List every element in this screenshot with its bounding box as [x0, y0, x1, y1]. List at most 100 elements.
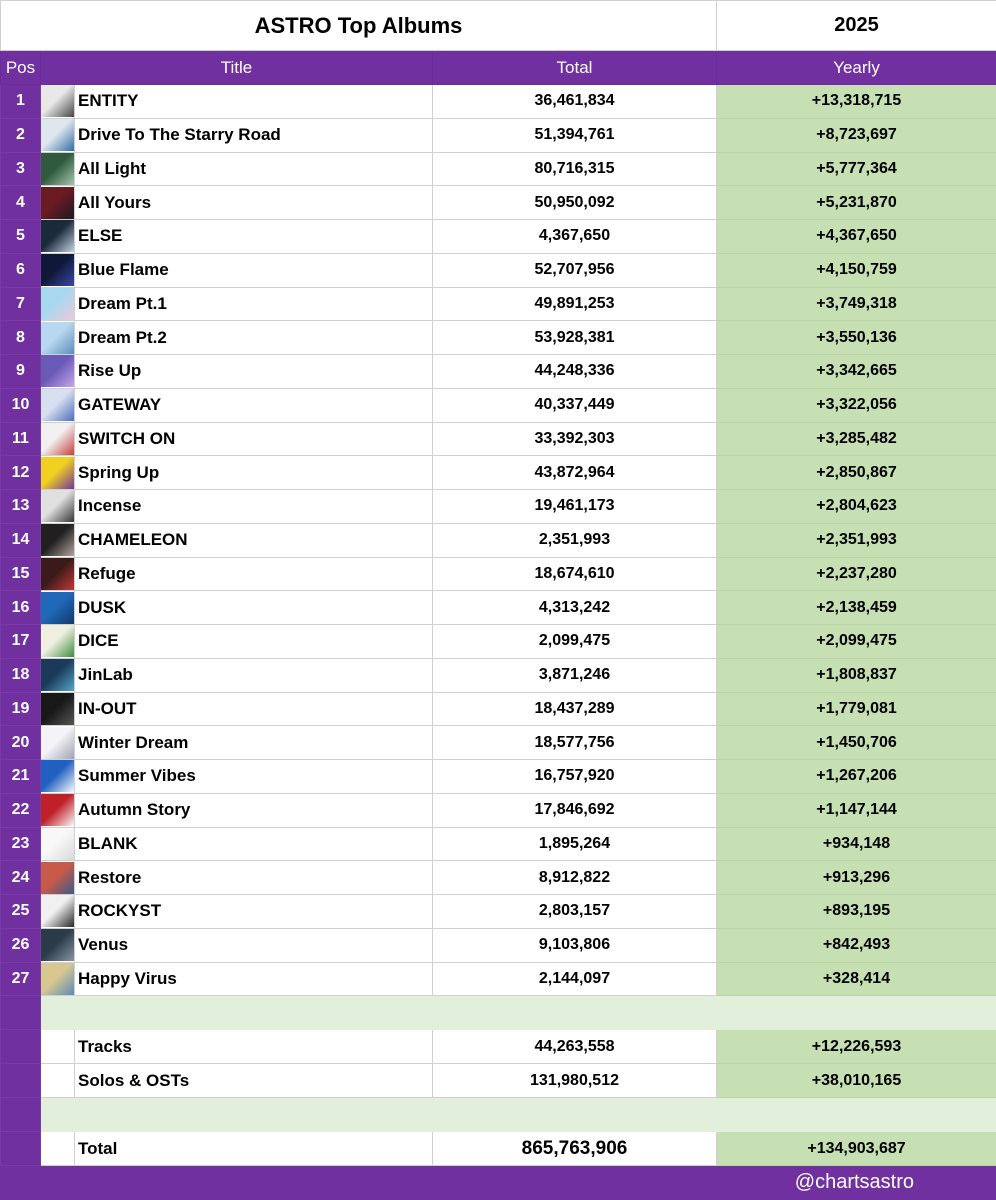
album-title: Incense	[74, 489, 433, 524]
album-title: DUSK	[74, 590, 433, 625]
album-row: 23 BLANK 1,895,264 +934,148	[0, 826, 996, 862]
album-cover-image	[41, 760, 74, 793]
album-pos: 11	[0, 421, 41, 457]
album-yearly: +1,808,837	[716, 657, 996, 693]
album-cover-image	[41, 85, 74, 118]
album-art-cell	[40, 894, 75, 929]
album-row: 19 IN-OUT 18,437,289 +1,779,081	[0, 691, 996, 727]
album-art-cell	[40, 624, 75, 659]
album-pos: 20	[0, 725, 41, 760]
album-title: Venus	[74, 927, 433, 963]
pos-cell-empty	[0, 1131, 41, 1167]
album-title: BLANK	[74, 826, 433, 862]
art-cell-empty	[40, 1063, 75, 1099]
album-cover-image	[41, 456, 74, 489]
album-title: Happy Virus	[74, 961, 433, 997]
album-art-cell	[40, 826, 75, 862]
album-title: SWITCH ON	[74, 421, 433, 457]
album-title: IN-OUT	[74, 691, 433, 727]
album-title: CHAMELEON	[74, 522, 433, 558]
album-row: 7 Dream Pt.1 49,891,253 +3,749,318	[0, 286, 996, 322]
album-title: DICE	[74, 624, 433, 659]
column-header-row: Pos Title Total Yearly	[0, 50, 996, 85]
album-row: 5 ELSE 4,367,650 +4,367,650	[0, 219, 996, 254]
album-art-cell	[40, 961, 75, 997]
album-row: 9 Rise Up 44,248,336 +3,342,665	[0, 354, 996, 389]
album-title: All Yours	[74, 185, 433, 220]
album-total: 16,757,920	[431, 759, 718, 794]
album-total: 53,928,381	[431, 320, 718, 355]
summary-yearly: +12,226,593	[716, 1029, 996, 1065]
album-row: 11 SWITCH ON 33,392,303 +3,285,482	[0, 421, 996, 457]
album-title: JinLab	[74, 657, 433, 693]
summary-row-solos: Solos & OSTs 131,980,512 +38,010,165	[0, 1063, 996, 1099]
chart-year: 2025	[716, 0, 996, 51]
album-total: 33,392,303	[431, 421, 718, 457]
album-art-cell	[40, 185, 75, 220]
album-yearly: +2,237,280	[716, 556, 996, 592]
album-yearly: +1,779,081	[716, 691, 996, 727]
footer-row: @chartsastro	[0, 1165, 996, 1200]
album-art-cell	[40, 725, 75, 760]
album-pos: 14	[0, 522, 41, 558]
album-total: 40,337,449	[431, 387, 718, 423]
album-title: Autumn Story	[74, 792, 433, 828]
album-cover-image	[41, 625, 74, 658]
album-row: 15 Refuge 18,674,610 +2,237,280	[0, 556, 996, 592]
album-yearly: +1,267,206	[716, 759, 996, 794]
album-yearly: +913,296	[716, 860, 996, 895]
pos-cell-empty	[0, 1029, 41, 1065]
album-title: ENTITY	[74, 84, 433, 119]
column-header-pos: Pos	[0, 50, 41, 85]
album-row: 14 CHAMELEON 2,351,993 +2,351,993	[0, 522, 996, 558]
album-title: Refuge	[74, 556, 433, 592]
album-cover-image	[41, 895, 74, 928]
album-row: 27 Happy Virus 2,144,097 +328,414	[0, 961, 996, 997]
album-cover-image	[41, 422, 74, 455]
album-cover-image	[41, 692, 74, 725]
album-pos: 8	[0, 320, 41, 355]
album-cover-image	[41, 962, 74, 995]
column-header-total: Total	[431, 50, 718, 85]
album-row: 3 All Light 80,716,315 +5,777,364	[0, 151, 996, 187]
album-art-cell	[40, 759, 75, 794]
album-yearly: +2,099,475	[716, 624, 996, 659]
spacer-cell	[39, 995, 996, 1031]
art-cell-empty	[40, 1029, 75, 1065]
album-yearly: +3,550,136	[716, 320, 996, 355]
album-art-cell	[40, 117, 75, 153]
album-pos: 19	[0, 691, 41, 727]
grand-total-value: 865,763,906	[431, 1131, 718, 1167]
pos-cell-empty	[0, 1097, 41, 1133]
album-row: 2 Drive To The Starry Road 51,394,761 +8,72…	[0, 117, 996, 153]
album-total: 4,367,650	[431, 219, 718, 254]
album-cover-image	[41, 186, 74, 219]
album-row: 12 Spring Up 43,872,964 +2,850,867	[0, 455, 996, 490]
album-pos: 25	[0, 894, 41, 929]
album-pos: 24	[0, 860, 41, 895]
album-yearly: +1,147,144	[716, 792, 996, 828]
album-yearly: +934,148	[716, 826, 996, 862]
album-total: 43,872,964	[431, 455, 718, 490]
album-row: 17 DICE 2,099,475 +2,099,475	[0, 624, 996, 659]
album-cover-image	[41, 220, 74, 253]
album-pos: 1	[0, 84, 41, 119]
album-yearly: +328,414	[716, 961, 996, 997]
album-total: 44,248,336	[431, 354, 718, 389]
album-art-cell	[40, 691, 75, 727]
album-art-cell	[40, 927, 75, 963]
album-yearly: +2,804,623	[716, 489, 996, 524]
album-art-cell	[40, 421, 75, 457]
album-yearly: +13,318,715	[716, 84, 996, 119]
album-pos: 3	[0, 151, 41, 187]
album-title: Dream Pt.2	[74, 320, 433, 355]
album-row: 25 ROCKYST 2,803,157 +893,195	[0, 894, 996, 929]
album-cover-image	[41, 591, 74, 624]
album-title: Dream Pt.1	[74, 286, 433, 322]
albums-table: ASTRO Top Albums 2025 Pos Title Total Ye…	[0, 0, 996, 1200]
album-total: 2,144,097	[431, 961, 718, 997]
album-yearly: +1,450,706	[716, 725, 996, 760]
album-total: 4,313,242	[431, 590, 718, 625]
album-cover-image	[41, 726, 74, 759]
album-title: Rise Up	[74, 354, 433, 389]
